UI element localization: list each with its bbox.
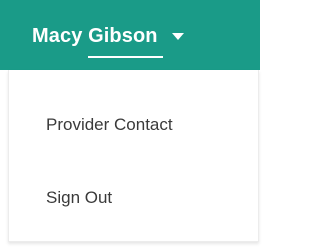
- active-underline: [88, 56, 163, 58]
- menu-item-provider-contact[interactable]: Provider Contact: [46, 115, 173, 135]
- user-menu-toggle[interactable]: Macy Gibson: [32, 16, 184, 56]
- header-bar: Macy Gibson: [0, 0, 260, 70]
- caret-down-icon: [171, 32, 184, 40]
- user-menu-screen: Macy Gibson Provider Contact Sign Out: [0, 0, 260, 248]
- menu-item-sign-out[interactable]: Sign Out: [46, 188, 112, 208]
- user-name: Macy Gibson: [32, 24, 158, 47]
- user-dropdown-menu: Provider Contact Sign Out: [8, 70, 259, 242]
